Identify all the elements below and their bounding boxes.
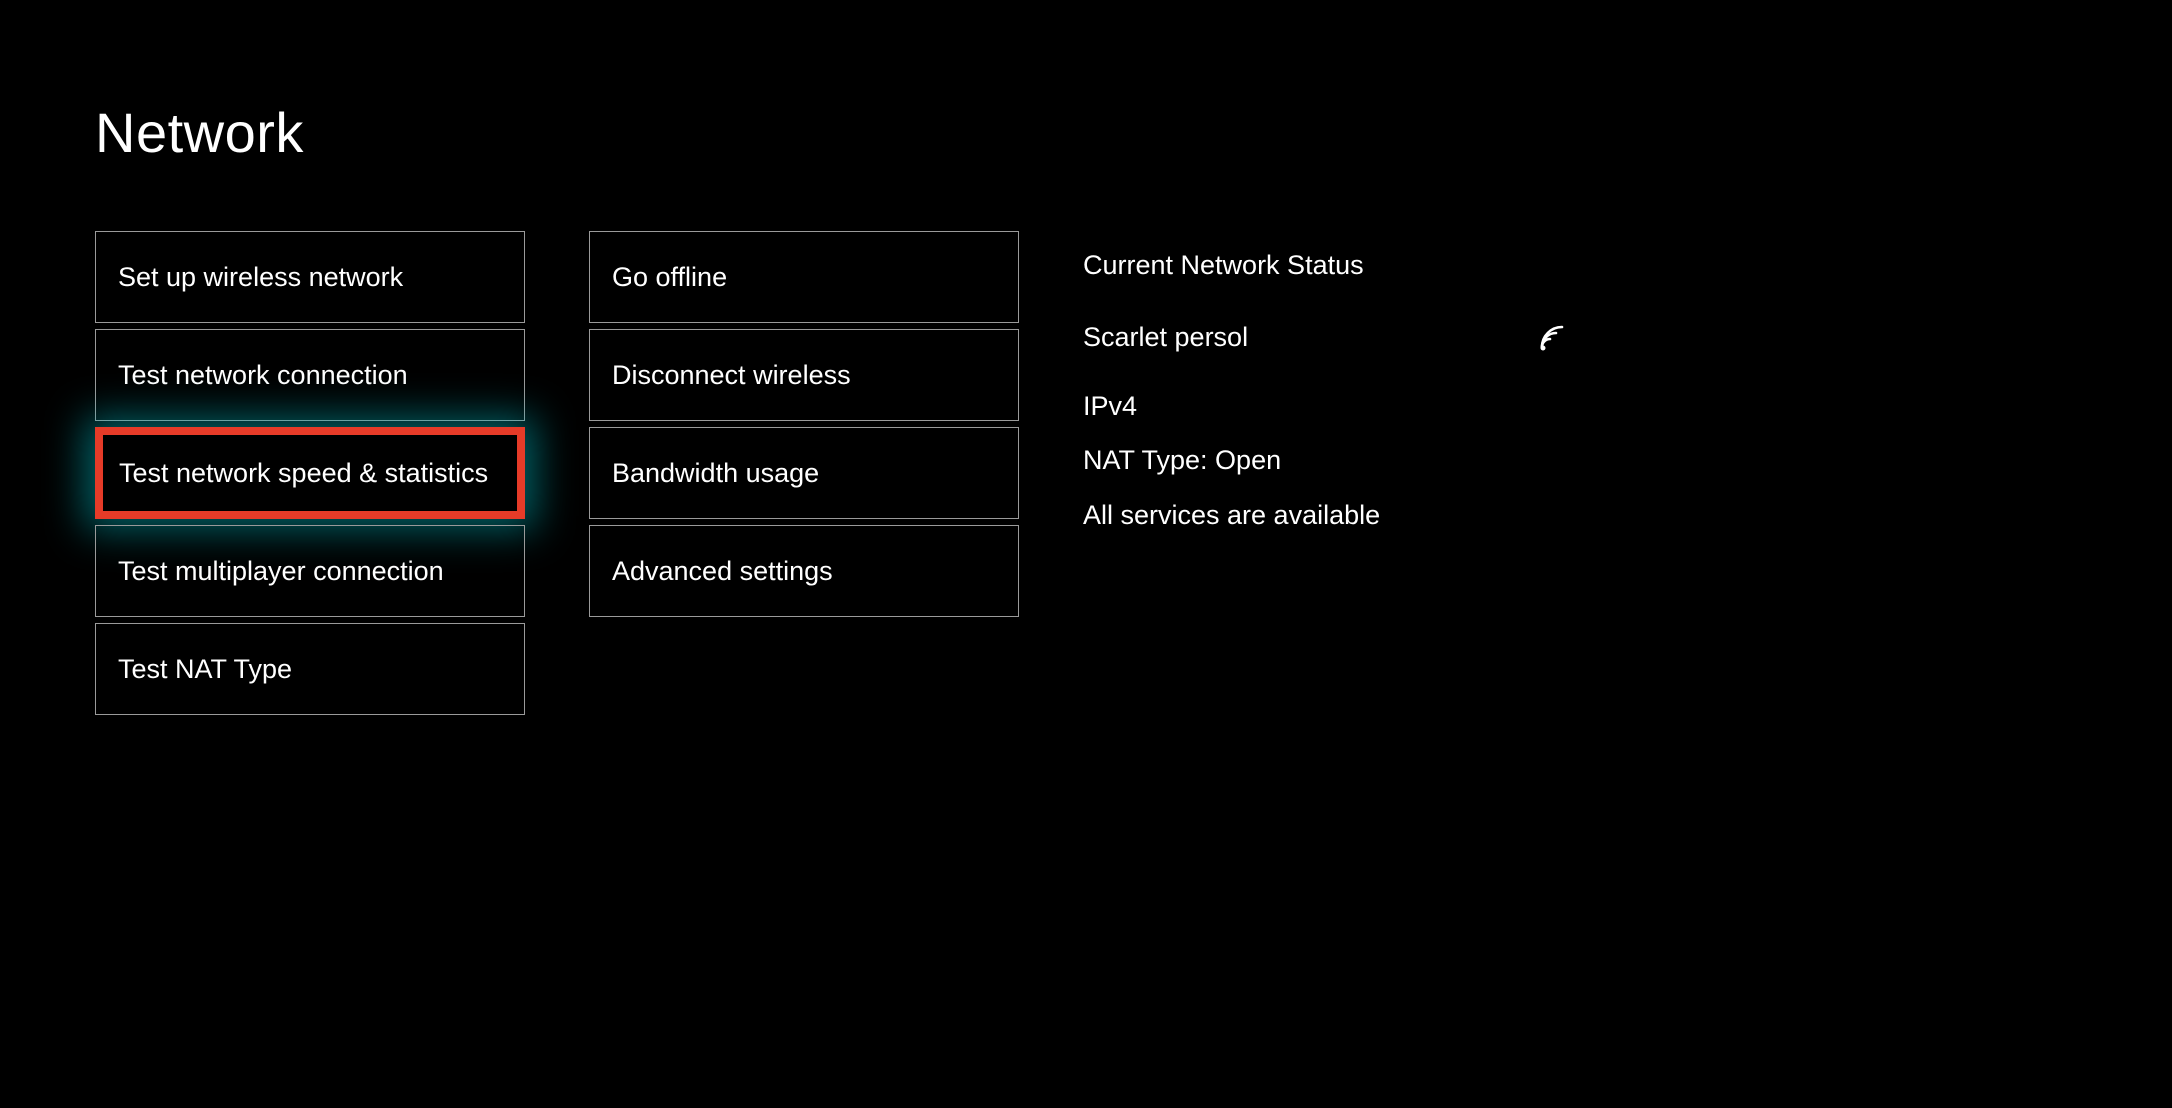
menu-item-label: Set up wireless network (118, 262, 403, 293)
menu-item-label: Go offline (612, 262, 727, 293)
setup-wireless-button[interactable]: Set up wireless network (95, 231, 525, 323)
menu-item-label: Test network speed & statistics (119, 458, 488, 489)
status-heading: Current Network Status (1083, 249, 1603, 281)
status-panel: Current Network Status Scarlet persol IP… (1083, 231, 1603, 553)
disconnect-wireless-button[interactable]: Disconnect wireless (589, 329, 1019, 421)
test-nat-type-button[interactable]: Test NAT Type (95, 623, 525, 715)
left-column: Set up wireless network Test network con… (95, 231, 525, 715)
page-title: Network (95, 100, 2077, 165)
bandwidth-usage-button[interactable]: Bandwidth usage (589, 427, 1019, 519)
right-column: Go offline Disconnect wireless Bandwidth… (589, 231, 1019, 617)
menu-item-label: Test network connection (118, 360, 408, 391)
wifi-icon (1539, 323, 1573, 353)
test-multiplayer-button[interactable]: Test multiplayer connection (95, 525, 525, 617)
go-offline-button[interactable]: Go offline (589, 231, 1019, 323)
status-network-row: Scarlet persol (1083, 321, 1603, 353)
menu-item-label: Advanced settings (612, 556, 833, 587)
network-content: Set up wireless network Test network con… (95, 231, 2077, 715)
menu-item-label: Test NAT Type (118, 654, 292, 685)
menu-item-label: Bandwidth usage (612, 458, 819, 489)
menu-item-label: Disconnect wireless (612, 360, 851, 391)
services: All services are available (1083, 499, 1603, 531)
ip-version: IPv4 (1083, 390, 1603, 422)
advanced-settings-button[interactable]: Advanced settings (589, 525, 1019, 617)
network-name: Scarlet persol (1083, 321, 1248, 353)
menu-item-label: Test multiplayer connection (118, 556, 444, 587)
test-speed-stats-button[interactable]: Test network speed & statistics (95, 427, 525, 519)
test-connection-button[interactable]: Test network connection (95, 329, 525, 421)
nat-type: NAT Type: Open (1083, 444, 1603, 476)
